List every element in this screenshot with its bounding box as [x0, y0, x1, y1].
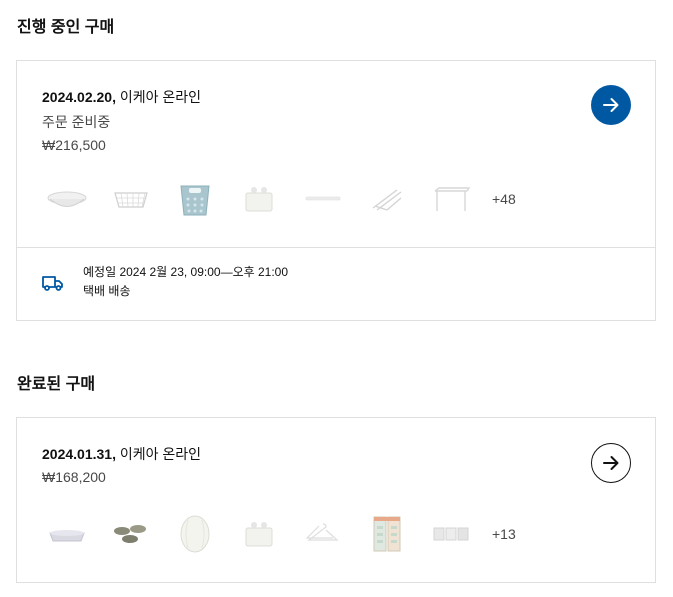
completed-title: 완료된 구매 — [17, 376, 96, 393]
in-progress-order-card[interactable]: 2024.02.20, 이케아 온라인 주문 준비중 ₩216,500 +48 … — [16, 60, 656, 321]
view-order-button[interactable] — [591, 443, 631, 483]
order-store: 이케아 온라인 — [119, 89, 202, 105]
more-items-count: +48 — [492, 191, 516, 207]
order-header: 2024.02.20, 이케아 온라인 주문 준비중 ₩216,500 — [42, 87, 201, 153]
soap-dish-icon — [42, 513, 92, 555]
arrow-right-icon — [603, 456, 619, 470]
coasters-icon — [106, 513, 156, 555]
delivery-method: 택배 배송 — [83, 284, 131, 298]
box-set-icon — [426, 513, 476, 555]
order-date: 2024.02.20, — [42, 89, 116, 105]
in-progress-title: 진행 중인 구매 — [17, 19, 115, 36]
truck-icon — [42, 276, 63, 291]
storage-boxes-icon — [362, 513, 412, 555]
wire-basket-icon — [106, 178, 156, 220]
lamp-shade-icon — [170, 513, 220, 555]
arrow-right-icon — [603, 98, 619, 112]
view-order-button[interactable] — [591, 85, 631, 125]
drying-rack-icon — [362, 178, 412, 220]
card-divider — [17, 247, 655, 248]
order-header: 2024.01.31, 이케아 온라인 ₩168,200 — [42, 444, 201, 485]
order-date: 2024.01.31, — [42, 446, 116, 462]
shelf-insert-icon — [426, 178, 476, 220]
wall-container-icon — [234, 513, 284, 555]
delivery-info: 예정일 2024 2월 23, 09:00—오후 21:00 택배 배송 — [41, 263, 288, 301]
round-bowl-icon — [42, 178, 92, 220]
order-price: ₩216,500 — [42, 137, 106, 153]
laundry-basket-icon — [170, 178, 220, 220]
hangers-icon — [298, 513, 348, 555]
delivery-schedule: 예정일 2024 2월 23, 09:00—오후 21:00 — [83, 265, 289, 279]
product-thumbnails: +48 — [42, 178, 516, 220]
product-thumbnails: +13 — [42, 513, 516, 555]
completed-order-card[interactable]: 2024.01.31, 이케아 온라인 ₩168,200 +13 — [16, 417, 656, 583]
more-items-count: +13 — [492, 526, 516, 542]
wall-shelf-icon — [298, 178, 348, 220]
order-status: 주문 준비중 — [42, 114, 111, 130]
wall-container-icon — [234, 178, 284, 220]
order-price: ₩168,200 — [42, 469, 106, 485]
order-store: 이케아 온라인 — [119, 446, 202, 462]
